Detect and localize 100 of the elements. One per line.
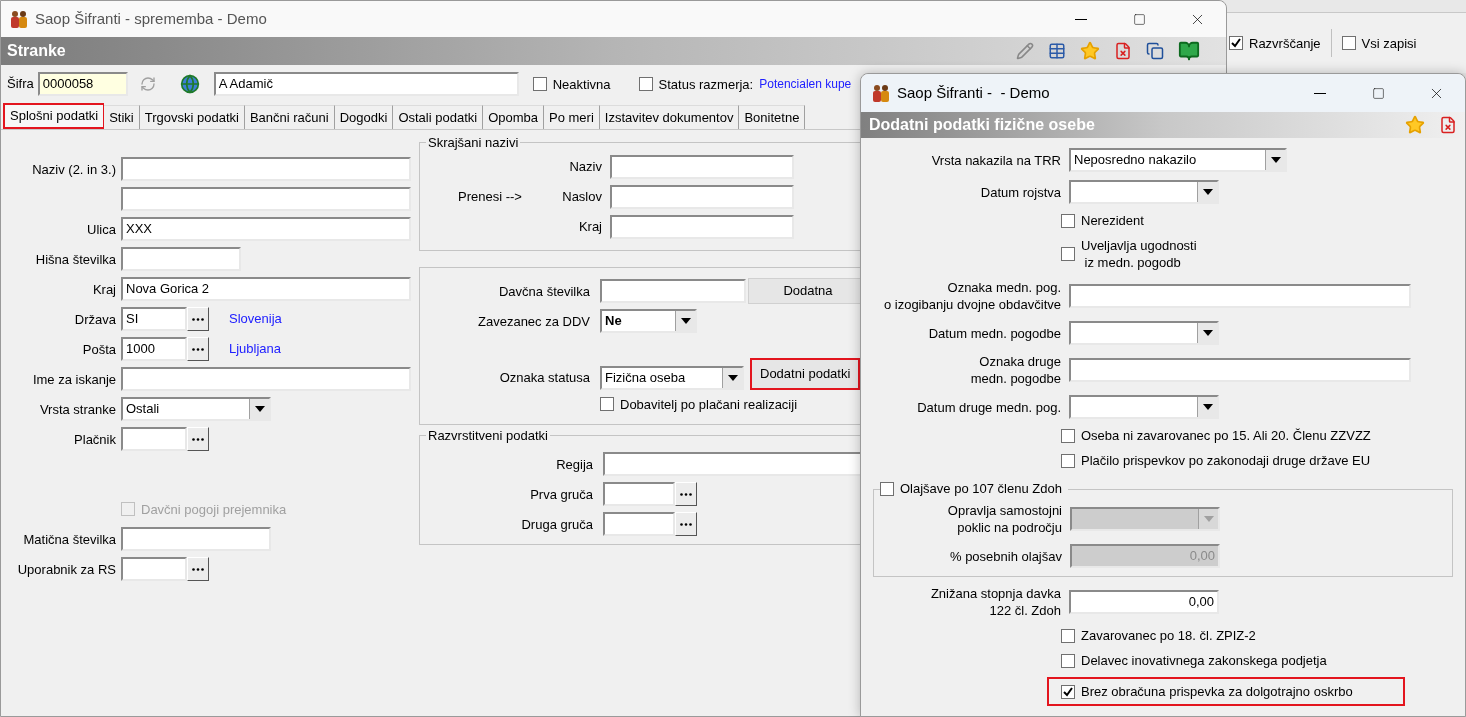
dropdown[interactable]	[1069, 395, 1219, 419]
checkbox[interactable]	[1341, 36, 1356, 50]
tab[interactable]: Trgovski podatki	[139, 105, 245, 129]
checkbox[interactable]	[1061, 453, 1075, 468]
field-label: Davčna številka	[497, 282, 590, 300]
browse-button[interactable]	[675, 512, 697, 536]
globe-icon[interactable]	[179, 74, 200, 94]
text-field[interactable]: 1000	[121, 337, 187, 361]
checkbox[interactable]	[638, 77, 653, 91]
text-field[interactable]	[121, 557, 187, 581]
text-field[interactable]	[600, 279, 746, 303]
text-field[interactable]	[610, 184, 794, 209]
field-label: Oznaka statusa	[499, 369, 590, 386]
field-label: Prva gruča	[529, 485, 593, 503]
checkbox[interactable]	[532, 77, 547, 91]
link[interactable]: Ljubljana	[229, 339, 282, 359]
checkbox[interactable]	[1061, 628, 1075, 643]
text-field[interactable]	[610, 154, 794, 179]
text-field[interactable]	[1069, 284, 1411, 308]
dropdown[interactable]: Neposredno nakazilo	[1069, 148, 1287, 172]
tab[interactable]: Po meri	[544, 105, 600, 129]
ellipsis-icon	[680, 522, 692, 526]
text-field[interactable]	[121, 367, 411, 391]
delete-document-icon[interactable]	[1114, 42, 1132, 60]
delete-document-icon[interactable]	[1439, 116, 1457, 134]
checkbox[interactable]	[1061, 247, 1075, 261]
checkbox[interactable]	[1061, 428, 1075, 443]
book-icon[interactable]	[1178, 40, 1200, 62]
text-field[interactable]: SI	[121, 307, 187, 331]
star-icon[interactable]	[1405, 115, 1425, 135]
additional-data-button[interactable]: Dodatni podatki	[750, 358, 861, 390]
ellipsis-icon	[192, 437, 204, 441]
dropdown[interactable]: Fizična oseba	[600, 366, 744, 390]
pencil-icon[interactable]	[1016, 42, 1034, 60]
field-label: Zavezanec za DDV	[478, 312, 590, 330]
tab[interactable]: Izstavitev dokumentov	[599, 105, 740, 129]
text-field[interactable]: A Adamič	[213, 72, 519, 96]
checkbox-label: Delavec inovativnega zakonskega podjetja	[1081, 652, 1327, 669]
checkbox[interactable]	[1061, 213, 1075, 228]
text-field[interactable]	[121, 527, 271, 551]
tab[interactable]: Bonitetne	[739, 105, 806, 129]
field-label: Uporabnik za RS	[17, 560, 116, 578]
field-label: Oznaka druge medn. pogodbe	[970, 353, 1061, 387]
field-label: Naziv	[568, 158, 602, 175]
caret-icon	[1202, 189, 1213, 195]
text-field[interactable]: Nova Gorica 2	[121, 277, 411, 301]
checkbox-label: Dobavitelj po plačani realizaciji	[620, 395, 798, 413]
checkbox[interactable]	[1229, 36, 1243, 50]
field-label: Pošta	[82, 340, 116, 358]
dropdown[interactable]: Ne	[600, 309, 697, 333]
field-label: Plačnik	[74, 430, 116, 448]
checkbox-label: Nerezident	[1081, 212, 1144, 229]
tab[interactable]: Dogodki	[334, 105, 394, 129]
dropdown[interactable]	[1069, 180, 1219, 204]
minimize-icon	[1075, 18, 1087, 20]
checkbox-label: Oseba ni zavarovanec po 15. Ali 20. Členu ZZVZZ	[1081, 427, 1371, 444]
text-field[interactable]	[121, 427, 187, 451]
browse-button[interactable]	[187, 557, 209, 581]
field-label: Hišna številka	[35, 250, 116, 268]
text-field[interactable]	[121, 187, 411, 211]
text-field[interactable]: 0000058	[37, 72, 128, 96]
refresh-icon[interactable]	[139, 76, 156, 92]
text-field[interactable]	[603, 482, 675, 506]
text-field[interactable]	[121, 157, 411, 181]
text-field[interactable]: 0,00	[1069, 590, 1219, 614]
checkbox[interactable]	[880, 481, 894, 496]
copy-icon[interactable]	[1146, 42, 1164, 60]
browse-button[interactable]	[187, 337, 209, 361]
ellipsis-icon	[680, 492, 692, 496]
tab[interactable]: Splošni podatki	[3, 103, 105, 129]
status-link[interactable]: Potencialen kupe	[759, 75, 852, 93]
browse-button[interactable]	[187, 427, 209, 451]
checkbox[interactable]	[1061, 653, 1075, 668]
text-field[interactable]	[121, 247, 241, 271]
text-field[interactable]	[1069, 358, 1411, 382]
table-icon[interactable]	[1048, 42, 1066, 60]
text-field[interactable]	[610, 214, 794, 239]
tab[interactable]: Opomba	[483, 105, 545, 129]
checkbox[interactable]	[1061, 684, 1075, 699]
tab[interactable]: Stiki	[104, 105, 140, 129]
checkbox-label: Davčni pogoji prejemnika	[141, 500, 287, 518]
field-label: Druga gruča	[520, 515, 593, 533]
tab[interactable]: Bančni računi	[244, 105, 335, 129]
browse-button[interactable]	[187, 307, 209, 331]
dropdown[interactable]: Ostali	[121, 397, 271, 421]
field-label: Naslov	[561, 188, 602, 205]
ellipsis-icon	[192, 317, 204, 321]
checkmark-icon	[1231, 38, 1241, 48]
tab[interactable]: Ostali podatki	[393, 105, 484, 129]
checkbox-label: Brez obračuna prispevka za dolgotrajno oskrbo	[1081, 683, 1353, 700]
checkbox[interactable]	[600, 397, 614, 411]
text-field[interactable]	[603, 512, 675, 536]
checkbox-label: Razvrščanje	[1249, 34, 1321, 52]
browse-button[interactable]	[675, 482, 697, 506]
transfer-label: Prenesi -->	[458, 187, 522, 206]
checkbox-label: Neaktivna	[552, 75, 611, 93]
link[interactable]: Slovenija	[229, 309, 282, 329]
dropdown[interactable]	[1069, 321, 1219, 345]
text-field[interactable]: XXX	[121, 217, 411, 241]
star-icon[interactable]	[1080, 41, 1100, 61]
